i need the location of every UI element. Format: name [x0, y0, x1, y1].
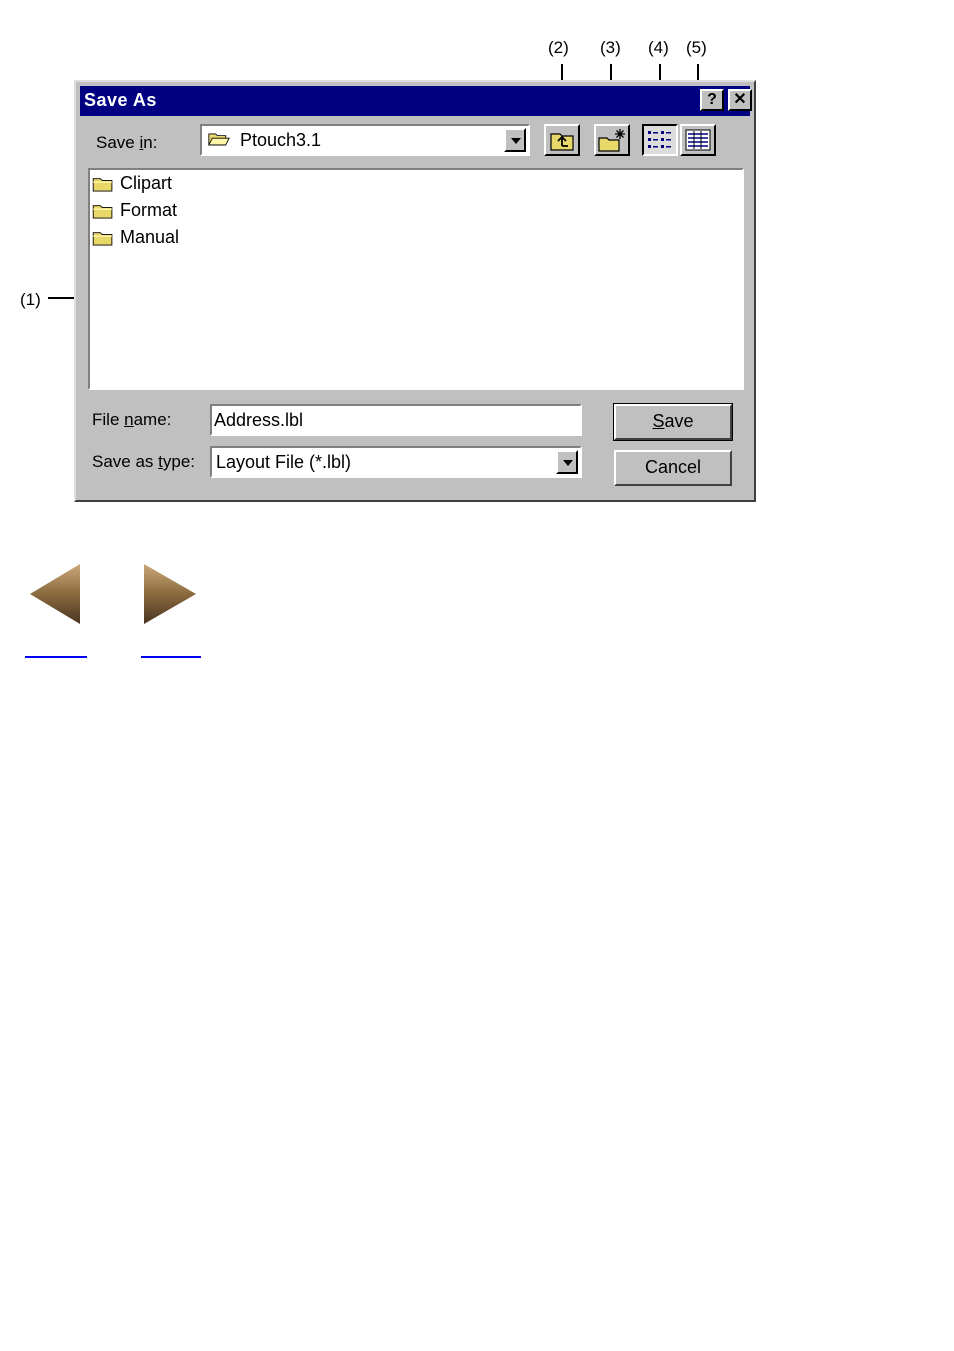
save-in-value: Ptouch3.1: [240, 130, 322, 150]
file-name-label: File name:: [92, 410, 172, 429]
callout-2: (2): [548, 38, 569, 57]
save-as-type-dropdown-arrow[interactable]: [556, 450, 578, 474]
create-new-folder-button[interactable]: [594, 124, 630, 156]
list-item-label: Manual: [120, 227, 180, 247]
close-button[interactable]: ✕: [728, 89, 752, 111]
details-view-button[interactable]: [680, 124, 716, 156]
title-bar[interactable]: Save As ? ✕: [80, 86, 752, 116]
file-name-input[interactable]: Address.lbl: [210, 404, 582, 436]
file-name-value: Address.lbl: [214, 410, 304, 430]
callout-1: (1): [20, 290, 41, 309]
save-as-type-select[interactable]: Layout File (*.lbl): [210, 446, 582, 478]
list-item-label: Clipart: [120, 173, 173, 193]
folder-icon: [92, 205, 113, 219]
up-one-level-button[interactable]: [544, 124, 580, 156]
forward-arrow-icon[interactable]: [140, 562, 200, 626]
callout-5: (5): [686, 38, 707, 57]
file-list[interactable]: Clipart Format Manual: [88, 168, 744, 390]
folder-icon: [92, 178, 113, 192]
save-as-type-value: Layout File (*.lbl): [216, 452, 352, 472]
back-arrow-icon[interactable]: [26, 562, 86, 626]
forward-link[interactable]: [141, 656, 201, 658]
details-view-icon: [685, 129, 711, 151]
help-button[interactable]: ?: [700, 89, 724, 111]
cancel-button[interactable]: Cancel: [614, 450, 732, 486]
list-item-label: Format: [120, 200, 178, 220]
back-link[interactable]: [25, 656, 87, 658]
dialog-title: Save As: [84, 90, 157, 110]
folder-icon: [92, 232, 113, 246]
open-folder-icon: [208, 133, 230, 146]
save-button[interactable]: Save: [613, 403, 733, 441]
callout-3: (3): [600, 38, 621, 57]
create-new-folder-icon: [598, 129, 625, 152]
save-in-select[interactable]: Ptouch3.1: [200, 124, 530, 156]
up-one-level-icon: [550, 133, 574, 151]
save-as-dialog: Save As ? ✕ Save in: Ptouch3.1 Clipart F…: [74, 80, 756, 502]
list-view-icon: [648, 131, 671, 148]
save-in-dropdown-arrow[interactable]: [504, 128, 526, 152]
list-view-button[interactable]: [642, 124, 678, 156]
callout-4: (4): [648, 38, 669, 57]
save-in-label: Save in:: [96, 133, 158, 152]
save-as-type-label: Save as type:: [92, 452, 196, 471]
